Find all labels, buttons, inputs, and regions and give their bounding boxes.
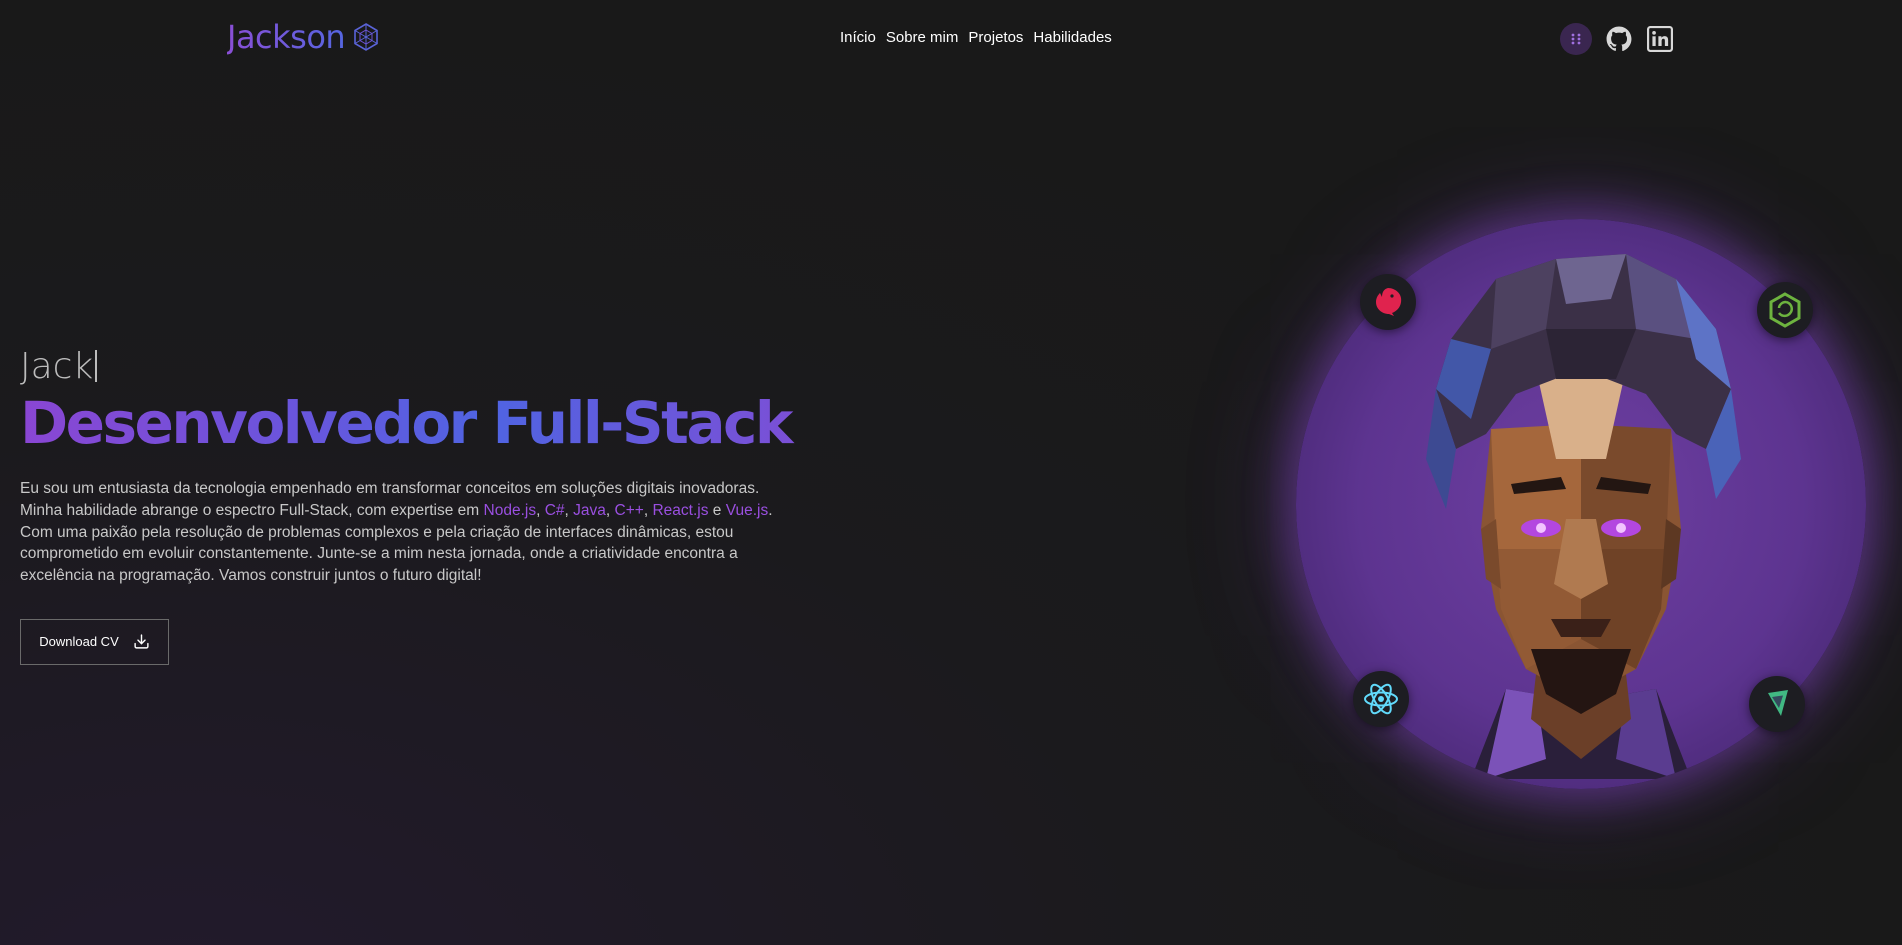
- avatar-portrait: [1296, 219, 1866, 789]
- menu-grid-icon: [1571, 33, 1581, 45]
- menu-grid-button[interactable]: [1560, 23, 1592, 55]
- top-navbar: Jackson Início Sobre mim Projetos Habili…: [0, 0, 1902, 78]
- react-icon: [1364, 683, 1398, 715]
- greeting-text: Jack: [20, 346, 94, 387]
- typing-caret: [95, 350, 98, 382]
- tech-cpp: C++: [614, 501, 644, 519]
- nav-habilidades[interactable]: Habilidades: [1033, 29, 1111, 46]
- tech-java: Java: [573, 501, 606, 519]
- logo-hex-icon: [354, 23, 379, 51]
- logo[interactable]: Jackson: [227, 18, 381, 56]
- badge-vue[interactable]: [1749, 676, 1805, 732]
- tech-reactjs: React.js: [652, 501, 709, 519]
- nav-sobre-mim[interactable]: Sobre mim: [886, 29, 959, 46]
- badge-react[interactable]: [1353, 671, 1409, 727]
- badge-spring[interactable]: [1757, 282, 1813, 338]
- logo-text: Jackson: [227, 18, 346, 56]
- linkedin-link[interactable]: [1645, 25, 1674, 54]
- tech-nodejs: Node.js: [483, 501, 537, 519]
- badge-nestjs[interactable]: [1360, 274, 1416, 330]
- sep: e: [708, 501, 726, 519]
- social-links: [1560, 23, 1674, 55]
- main-nav: Início Sobre mim Projetos Habilidades: [840, 29, 1112, 46]
- download-cv-label: Download CV: [39, 634, 119, 650]
- nav-projetos[interactable]: Projetos: [968, 29, 1023, 46]
- hero-section: Jack Desenvolvedor Full-Stack Eu sou um …: [20, 346, 800, 665]
- typing-greeting: Jack: [20, 346, 800, 388]
- nav-inicio[interactable]: Início: [840, 29, 876, 46]
- download-cv-button[interactable]: Download CV: [20, 618, 169, 665]
- sep: ,: [605, 501, 615, 519]
- download-icon: [134, 634, 149, 650]
- github-link[interactable]: [1604, 25, 1633, 54]
- spring-icon: [1769, 292, 1801, 328]
- hero-description: Eu sou um entusiasta da tecnologia empen…: [20, 478, 780, 587]
- sep: ,: [536, 501, 545, 519]
- linkedin-icon: [1646, 26, 1673, 52]
- github-icon: [1606, 26, 1631, 51]
- nestjs-icon: [1376, 288, 1402, 316]
- sep: ,: [564, 501, 574, 519]
- tech-csharp: C#: [544, 501, 565, 519]
- tech-vuejs: Vue.js: [725, 501, 769, 519]
- role-title: Desenvolvedor Full-Stack: [20, 388, 800, 458]
- vue-icon: [1768, 690, 1788, 716]
